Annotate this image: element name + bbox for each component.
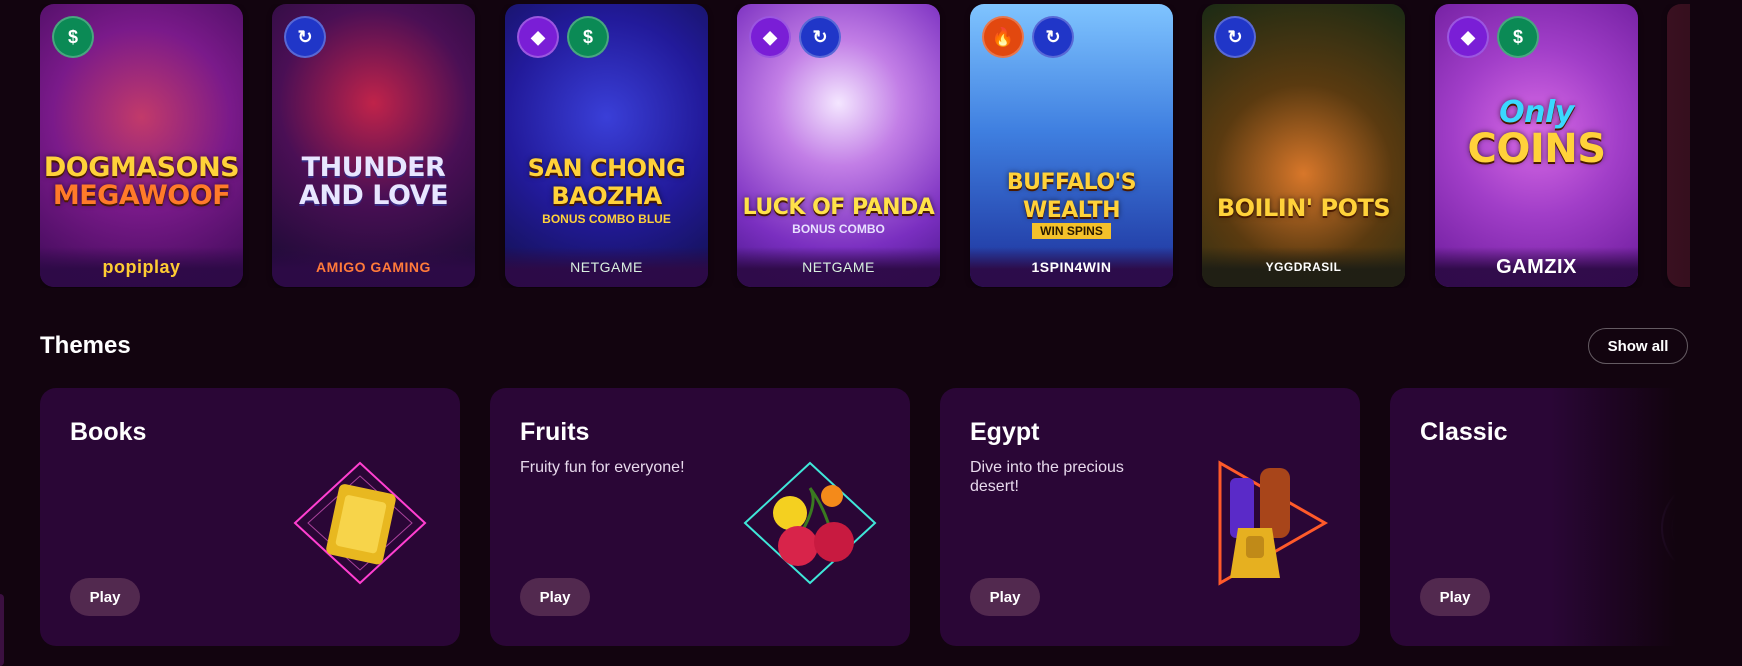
theme-card-books[interactable]: Books Play — [40, 388, 460, 646]
fire-icon: 🔥 — [982, 16, 1024, 58]
provider-logo: YGGDRASIL — [1265, 260, 1342, 274]
show-all-button[interactable]: Show all — [1588, 328, 1688, 364]
game-title: BUFFALO'S WEALTH — [1006, 170, 1137, 223]
side-tab-handle[interactable] — [0, 594, 4, 666]
game-title: BOILIN' POTS — [1216, 194, 1391, 222]
play-button[interactable]: Play — [70, 578, 140, 616]
free-spins-icon: ↻ — [1214, 16, 1256, 58]
provider-logo: popiplay — [102, 256, 181, 277]
game-subtitle: WIN SPINS — [970, 223, 1173, 239]
provider-logo: AMIGO GAMING — [316, 259, 431, 275]
gem-icon: ◆ — [1447, 16, 1489, 58]
game-badges: 🔥 ↻ — [982, 16, 1074, 58]
play-button[interactable]: Play — [520, 578, 590, 616]
provider-logo: 1SPIN4WIN — [1031, 259, 1112, 275]
game-title: LUCK OF PANDA — [742, 195, 935, 220]
play-button[interactable]: Play — [1420, 578, 1490, 616]
game-card-only-coins[interactable]: ◆ $ Only COINS GAMZIX — [1435, 4, 1638, 287]
theme-title: Books — [70, 418, 147, 446]
book-icon — [293, 461, 427, 585]
theme-description: Dive into the precious desert! — [970, 459, 1124, 495]
free-spins-icon: ↻ — [284, 16, 326, 58]
provider-bar: NETGAME — [737, 247, 940, 287]
cash-icon: $ — [1497, 16, 1539, 58]
provider-bar: 1SPIN4WIN — [970, 247, 1173, 287]
cherries-icon — [743, 461, 877, 585]
game-title: Only COINS — [1467, 95, 1606, 172]
gem-icon: ◆ — [749, 16, 791, 58]
game-card-boilin-pots[interactable]: ↻ BOILIN' POTS YGGDRASIL — [1202, 4, 1405, 287]
game-subtitle: BONUS COMBO BLUE — [542, 212, 671, 226]
play-button[interactable]: Play — [970, 578, 1040, 616]
carousel-fade — [1550, 388, 1690, 648]
game-title: SAN CHONG BAOZHA — [527, 154, 686, 210]
game-badges: ◆ $ — [517, 16, 609, 58]
themes-carousel: Books Play Fruits Fruity fun for everyon… — [40, 388, 1690, 648]
game-badges: ↻ — [284, 16, 326, 58]
game-badges: ◆ ↻ — [749, 16, 841, 58]
free-spins-icon: ↻ — [799, 16, 841, 58]
theme-card-fruits[interactable]: Fruits Fruity fun for everyone! Play — [490, 388, 910, 646]
provider-logo: NETGAME — [802, 259, 875, 275]
game-title: DOGMASONS MEGAWOOF — [43, 152, 240, 211]
game-carousel: $ DOGMASONS MEGAWOOF popiplay ↻ THUNDER AN… — [40, 4, 1690, 288]
provider-bar: popiplay — [40, 247, 243, 287]
provider-bar: AMIGO GAMING — [272, 247, 475, 287]
theme-title: Egypt — [970, 418, 1040, 446]
game-subtitle: BONUS COMBO — [792, 222, 885, 236]
game-badges: ↻ — [1214, 16, 1256, 58]
theme-title: Classic — [1420, 418, 1508, 446]
game-title: THUNDER AND LOVE — [298, 152, 449, 211]
provider-logo: GAMZIX — [1496, 255, 1577, 278]
provider-logo: NETGAME — [570, 259, 643, 275]
game-badges: ◆ $ — [1447, 16, 1539, 58]
section-title: Themes — [40, 332, 131, 359]
provider-bar: YGGDRASIL — [1202, 247, 1405, 287]
theme-description: Fruity fun for everyone! — [520, 459, 685, 476]
game-card-dogmasons[interactable]: $ DOGMASONS MEGAWOOF popiplay — [40, 4, 243, 287]
game-card-buffalos-wealth[interactable]: 🔥 ↻ BUFFALO'S WEALTH WIN SPINS 1SPIN4WIN — [970, 4, 1173, 287]
provider-bar: GAMZIX — [1435, 247, 1638, 287]
game-card-thunder-and-love[interactable]: ↻ THUNDER AND LOVE AMIGO GAMING — [272, 4, 475, 287]
game-card-san-chong-baozha[interactable]: ◆ $ SAN CHONG BAOZHA BONUS COMBO BLUE NET… — [505, 4, 708, 287]
game-card-luck-of-panda[interactable]: ◆ ↻ LUCK OF PANDA BONUS COMBO NETGAME — [737, 4, 940, 287]
theme-card-egypt[interactable]: Egypt Dive into the precious desert! Pla… — [940, 388, 1360, 646]
cash-icon: $ — [567, 16, 609, 58]
theme-title: Fruits — [520, 418, 590, 446]
free-spins-icon: ↻ — [1032, 16, 1074, 58]
provider-bar: NETGAME — [505, 247, 708, 287]
pharaoh-icon — [1218, 460, 1329, 586]
cash-icon: $ — [52, 16, 94, 58]
game-badges: $ — [52, 16, 94, 58]
gem-icon: ◆ — [517, 16, 559, 58]
game-art — [1667, 4, 1690, 287]
game-card-partial[interactable] — [1667, 4, 1690, 287]
